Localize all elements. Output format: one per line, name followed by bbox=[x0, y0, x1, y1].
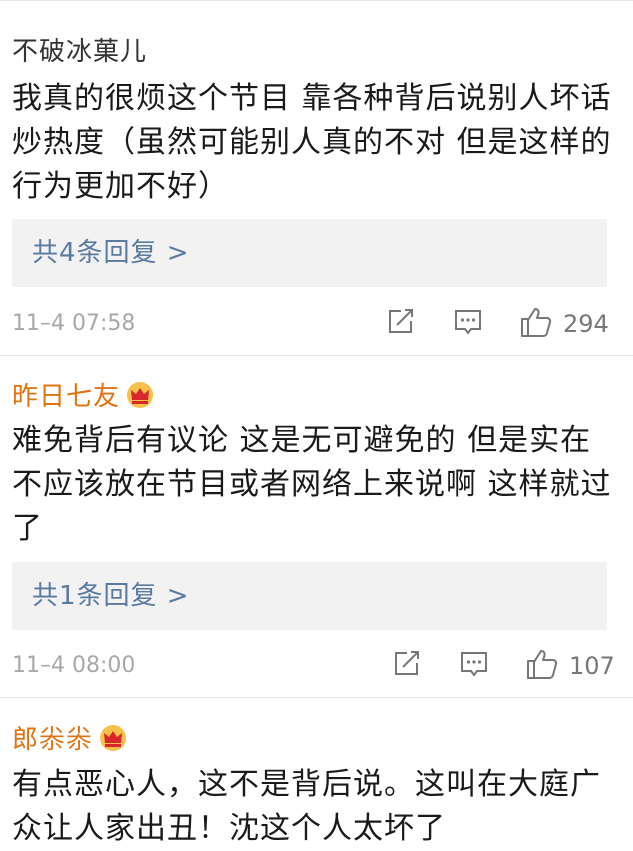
crown-badge-icon bbox=[100, 725, 127, 751]
comment-username-text: 郎尜尜 bbox=[12, 725, 94, 755]
comment-item: 郎尜尜 有点恶心人，这不是背后说。这叫在大庭广众让人家出丑！沈这个人太坏了 bbox=[0, 0, 633, 846]
comment-username[interactable]: 郎尜尜 bbox=[12, 724, 127, 756]
comment-content: 有点恶心人，这不是背后说。这叫在大庭广众让人家出丑！沈这个人太坏了 bbox=[12, 767, 601, 846]
